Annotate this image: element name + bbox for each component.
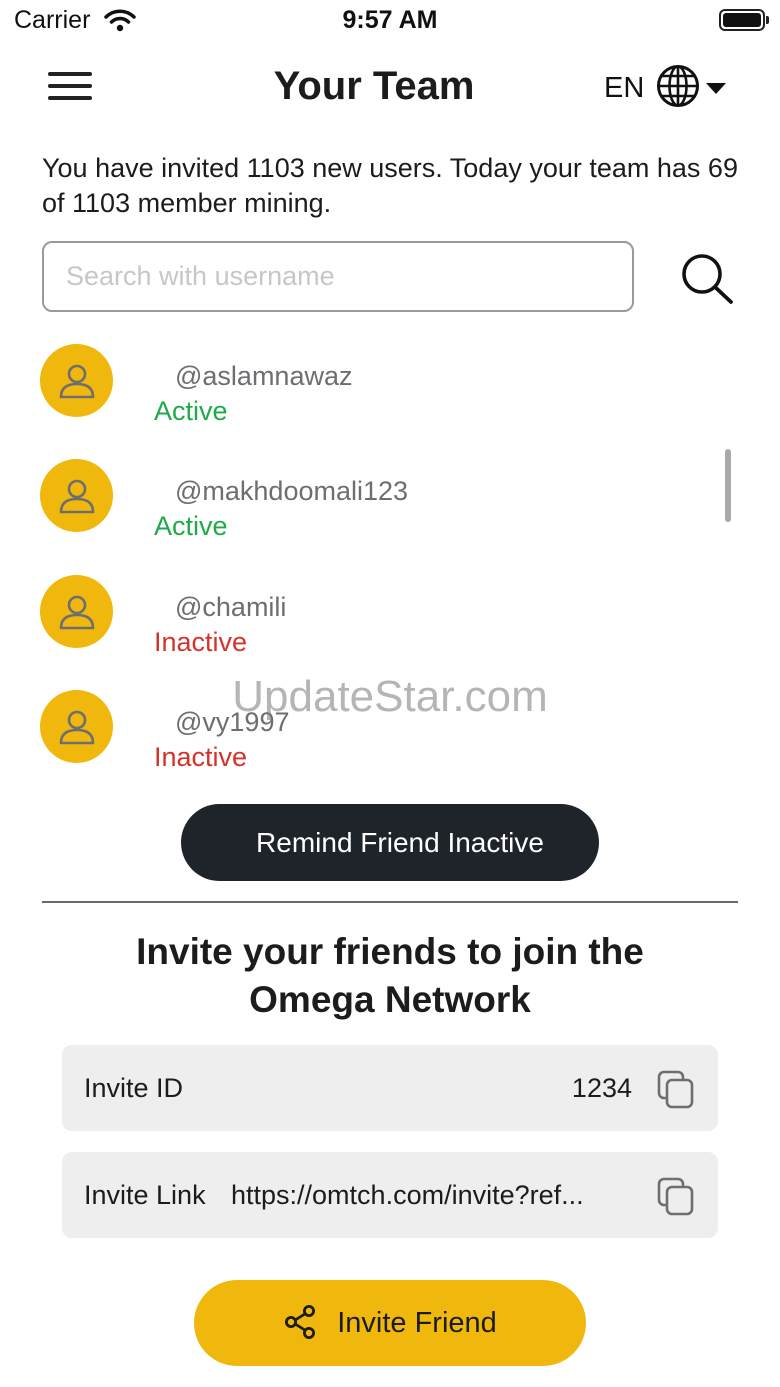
clock: 9:57 AM — [342, 6, 438, 34]
member-status: Inactive — [154, 742, 248, 772]
search-icon[interactable] — [678, 250, 736, 306]
user-icon — [40, 459, 113, 532]
invite-link-label: Invite Link — [84, 1180, 206, 1210]
search-input[interactable] — [42, 241, 634, 312]
member-status: Inactive — [154, 627, 248, 657]
battery-icon — [719, 9, 769, 31]
member-username: @makhdoomali123 — [175, 476, 409, 506]
invite-heading: Invite your friends to join the Omega Ne… — [0, 928, 780, 1024]
invite-link-value: https://omtch.com/invite?ref... — [231, 1180, 584, 1210]
status-bar: Carrier 9:57 AM — [0, 0, 780, 44]
list-item[interactable]: @makhdoomali123 Active — [40, 459, 720, 549]
invite-heading-line2: Omega Network — [249, 979, 531, 1020]
divider — [42, 901, 738, 903]
list-item[interactable]: @aslamnawaz Active — [40, 344, 720, 434]
invite-id-value: 1234 — [571, 1073, 632, 1103]
remind-inactive-button[interactable]: Remind Friend Inactive — [181, 804, 599, 881]
language-code: EN — [604, 72, 645, 104]
member-username: @vy1997 — [175, 707, 290, 737]
member-status: Active — [154, 396, 228, 426]
team-summary: You have invited 1103 new users. Today y… — [42, 153, 738, 218]
list-scrollbar[interactable] — [725, 449, 731, 522]
copy-icon[interactable] — [656, 1069, 696, 1109]
chevron-down-icon — [706, 83, 727, 94]
invite-friend-button[interactable]: Invite Friend — [194, 1280, 586, 1366]
list-item[interactable]: @chamili Inactive — [40, 575, 720, 665]
user-icon — [40, 344, 113, 417]
copy-icon[interactable] — [656, 1176, 696, 1216]
user-icon — [40, 690, 113, 763]
member-list[interactable]: @aslamnawaz Active @makhdoomali123 Activ… — [0, 330, 780, 780]
language-selector[interactable]: EN — [604, 64, 727, 113]
invite-link-row: Invite Link https://omtch.com/invite?ref… — [62, 1152, 718, 1238]
member-status: Active — [154, 511, 228, 541]
share-icon — [283, 1304, 317, 1343]
list-item[interactable]: @vy1997 Inactive — [40, 690, 720, 780]
globe-icon — [656, 64, 700, 113]
member-username: @aslamnawaz — [175, 361, 353, 391]
invite-friend-label: Invite Friend — [337, 1306, 497, 1339]
invite-heading-line1: Invite your friends to join the — [136, 931, 644, 972]
user-icon — [40, 575, 113, 648]
member-username: @chamili — [175, 592, 287, 622]
invite-id-row: Invite ID 1234 — [62, 1045, 718, 1131]
invite-id-label: Invite ID — [84, 1073, 184, 1103]
